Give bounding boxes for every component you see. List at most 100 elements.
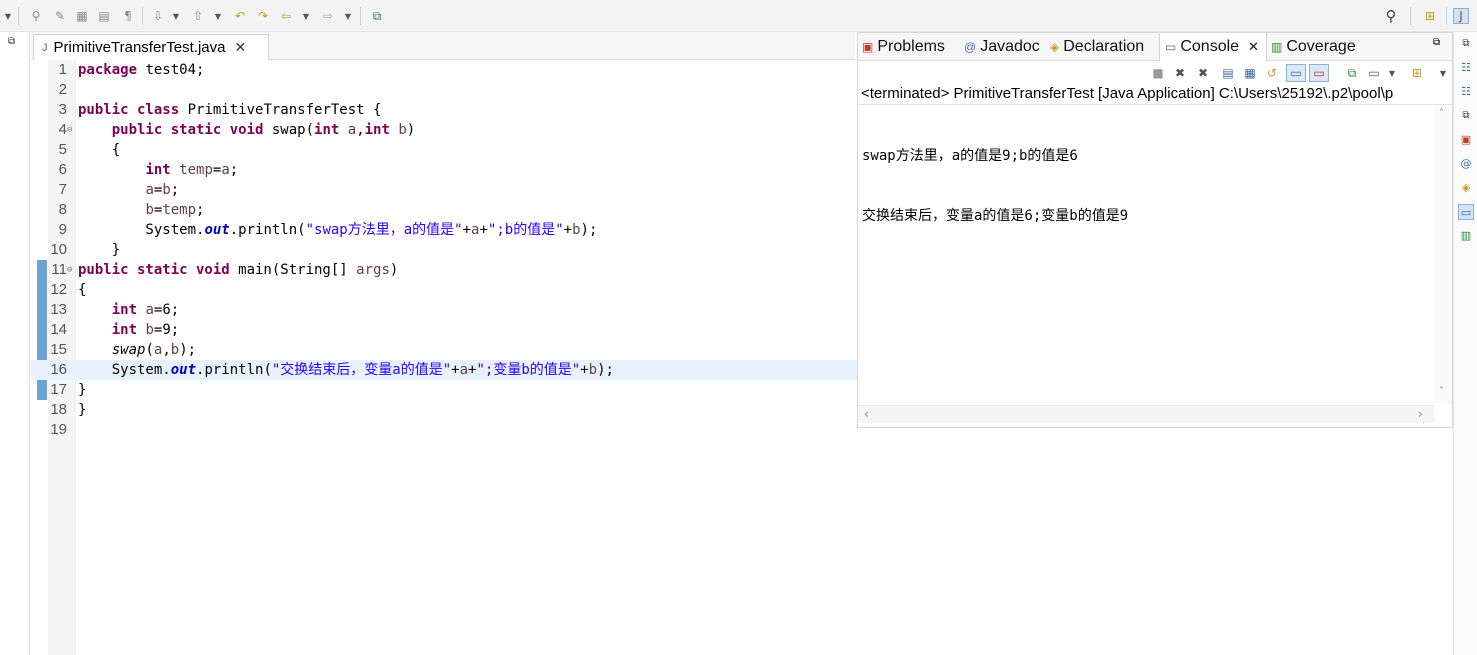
code-text: a=b; — [145, 182, 180, 198]
restore-icon[interactable]: ⧉ — [1458, 36, 1474, 52]
code-text: { — [78, 282, 87, 298]
code-text: int a=6; — [111, 302, 180, 318]
line-number: 7 — [58, 181, 67, 198]
declaration-icon: ◈ — [1050, 40, 1060, 54]
editor-tab[interactable]: J PrimitiveTransferTest.java ✕ — [33, 34, 269, 60]
code-text: { — [78, 142, 121, 158]
forward-edit-icon[interactable]: ↷ — [255, 8, 271, 24]
line-number: 13 — [50, 301, 67, 318]
tab-problems[interactable]: ▣ Problems — [862, 33, 945, 61]
dropdown-arrow-icon[interactable]: ▼ — [1439, 65, 1447, 81]
chevron-left-icon[interactable]: ‹ — [864, 407, 869, 421]
dropdown-arrow-icon[interactable]: ▼ — [1388, 65, 1396, 81]
hierarchy-icon[interactable]: ☷ — [1458, 84, 1474, 100]
open-perspective-icon[interactable]: ⊞ — [1422, 8, 1438, 24]
tab-label: Coverage — [1286, 38, 1356, 55]
chevron-up-icon[interactable]: ˄ — [1439, 108, 1444, 119]
pin-editor-icon[interactable]: ⧉ — [369, 8, 385, 24]
close-icon[interactable]: ✕ — [1248, 39, 1259, 55]
coverage-icon[interactable]: ▥ — [1458, 228, 1474, 244]
maximize-icon[interactable]: ⧉ — [1433, 37, 1440, 48]
declaration-icon[interactable]: ◈ — [1458, 180, 1474, 196]
line-number: 17 — [50, 381, 67, 398]
console-launch-label: <terminated> PrimitiveTransferTest [Java… — [858, 83, 1452, 105]
remove-launch-icon[interactable]: ✖ — [1172, 65, 1188, 81]
open-console-icon[interactable]: ⊞ — [1409, 65, 1425, 81]
block-selection-icon[interactable]: ▦ — [74, 8, 90, 24]
show-stdout-icon[interactable]: ▭ — [1286, 64, 1306, 82]
chevron-down-icon[interactable]: ˅ — [1439, 386, 1444, 397]
java-file-icon: J — [42, 41, 48, 54]
pin-console-icon[interactable]: ⧉ — [1344, 65, 1360, 81]
line-number: 19 — [50, 421, 67, 438]
line-number: 14 — [50, 321, 67, 338]
tab-declaration[interactable]: ◈ Declaration — [1050, 33, 1144, 61]
word-wrap-icon[interactable]: ↺ — [1264, 65, 1280, 81]
chevron-right-icon[interactable]: › — [1418, 407, 1423, 421]
code-text: } — [78, 402, 87, 418]
javadoc-icon[interactable]: @ — [1458, 156, 1474, 172]
console-line: 交换结束后，变量a的值是6;变量b的值是9 — [862, 208, 1129, 224]
clear-console-icon[interactable]: ▤ — [1220, 65, 1236, 81]
remove-all-icon[interactable]: ✖ — [1195, 65, 1211, 81]
vertical-scrollbar[interactable]: ˄ ˅ — [1434, 106, 1452, 404]
line-number: 18 — [50, 401, 67, 418]
fold-icon[interactable]: ⊖ — [67, 120, 72, 140]
dropdown-arrow-icon[interactable]: ▼ — [302, 8, 310, 24]
horizontal-scrollbar[interactable]: ‹ › — [858, 405, 1434, 423]
coverage-icon: ▥ — [1271, 40, 1283, 54]
last-edit-icon[interactable]: ↶ — [232, 8, 248, 24]
console-toolbar: ■ ✖ ✖ ▤ ▦ ↺ ▭ ▭ ⧉ ▭ ▼ ⊞ ▼ — [858, 61, 1452, 85]
code-text: public static void swap(int a,int b) — [111, 122, 416, 138]
console-view-stack: ▣ Problems @ Javadoc ◈ Declaration ▭ Console… — [857, 32, 1453, 428]
restore-icon[interactable]: ⧉ — [1458, 108, 1474, 124]
line-number: 12 — [50, 281, 67, 298]
dropdown-arrow-icon[interactable]: ▼ — [172, 8, 180, 24]
terminate-icon[interactable]: ■ — [1150, 65, 1166, 81]
right-trim-bar: ⧉ ☷ ☷ ⧉ ▣ @ ◈ ▭ ▥ — [1453, 32, 1477, 655]
edit-icon[interactable]: ✎ — [52, 8, 68, 24]
java-perspective-icon[interactable]: J — [1453, 8, 1469, 24]
dropdown-arrow-icon[interactable]: ▼ — [344, 8, 352, 24]
tab-label: Javadoc — [980, 38, 1040, 55]
line-number: 10 — [50, 241, 67, 258]
outline-icon[interactable]: ☷ — [1458, 60, 1474, 76]
console-output[interactable]: swap方法里，a的值是9;b的值是6 交换结束后，变量a的值是6;变量b的值是… — [862, 106, 1432, 406]
console-icon[interactable]: ▭ — [1458, 204, 1474, 220]
back-icon[interactable]: ⇦ — [278, 8, 294, 24]
main-toolbar: ▼ ⚲ ✎ ▦ ▤ ¶ ⇩ ▼ ⇧ ▼ ↶ ↷ ⇦ ▼ ⇨ ▼ ⧉ ⚲ ⊞ J — [0, 0, 1477, 32]
scroll-lock-icon[interactable]: ▦ — [1242, 65, 1258, 81]
line-number: 4 — [58, 121, 67, 138]
tab-label: Declaration — [1063, 38, 1145, 55]
line-number: 16 — [50, 361, 67, 378]
dropdown-arrow-icon[interactable]: ▼ — [214, 8, 222, 24]
dropdown-arrow-icon[interactable]: ▼ — [4, 8, 12, 24]
tab-coverage[interactable]: ▥ Coverage — [1271, 33, 1356, 61]
line-number: 2 — [58, 81, 67, 98]
editor-tab-title: PrimitiveTransferTest.java — [53, 39, 226, 56]
editor-tab-bar: J PrimitiveTransferTest.java ✕ — [31, 32, 855, 60]
problems-icon: ▣ — [862, 40, 874, 54]
next-annotation-icon[interactable]: ⇩ — [150, 8, 166, 24]
tab-console[interactable]: ▭ Console ✕ — [1159, 33, 1267, 61]
view-tab-bar: ▣ Problems @ Javadoc ◈ Declaration ▭ Console… — [858, 33, 1452, 61]
fold-icon[interactable]: ⊖ — [67, 260, 72, 280]
word-wrap-icon[interactable]: ▤ — [96, 8, 112, 24]
line-number: 15 — [50, 341, 67, 358]
toggle-mark-icon[interactable]: ⚲ — [28, 8, 44, 24]
search-icon[interactable]: ⚲ — [1383, 7, 1399, 25]
show-stderr-icon[interactable]: ▭ — [1309, 64, 1329, 82]
code-text: package test04; — [78, 62, 205, 78]
close-icon[interactable]: ✕ — [235, 39, 247, 56]
prev-annotation-icon[interactable]: ⇧ — [190, 8, 206, 24]
problems-icon[interactable]: ▣ — [1458, 132, 1474, 148]
code-text: int temp=a; — [145, 162, 239, 178]
tab-label: Console — [1180, 38, 1240, 55]
code-text: System.out.println("swap方法里，a的值是"+a+";b的… — [78, 222, 598, 238]
line-number: 11 — [51, 261, 67, 278]
show-whitespace-icon[interactable]: ¶ — [120, 8, 136, 24]
forward-icon[interactable]: ⇨ — [320, 8, 336, 24]
tab-javadoc[interactable]: @ Javadoc — [964, 33, 1040, 61]
display-console-icon[interactable]: ▭ — [1366, 65, 1382, 81]
restore-icon[interactable]: ⧉ — [8, 36, 15, 47]
